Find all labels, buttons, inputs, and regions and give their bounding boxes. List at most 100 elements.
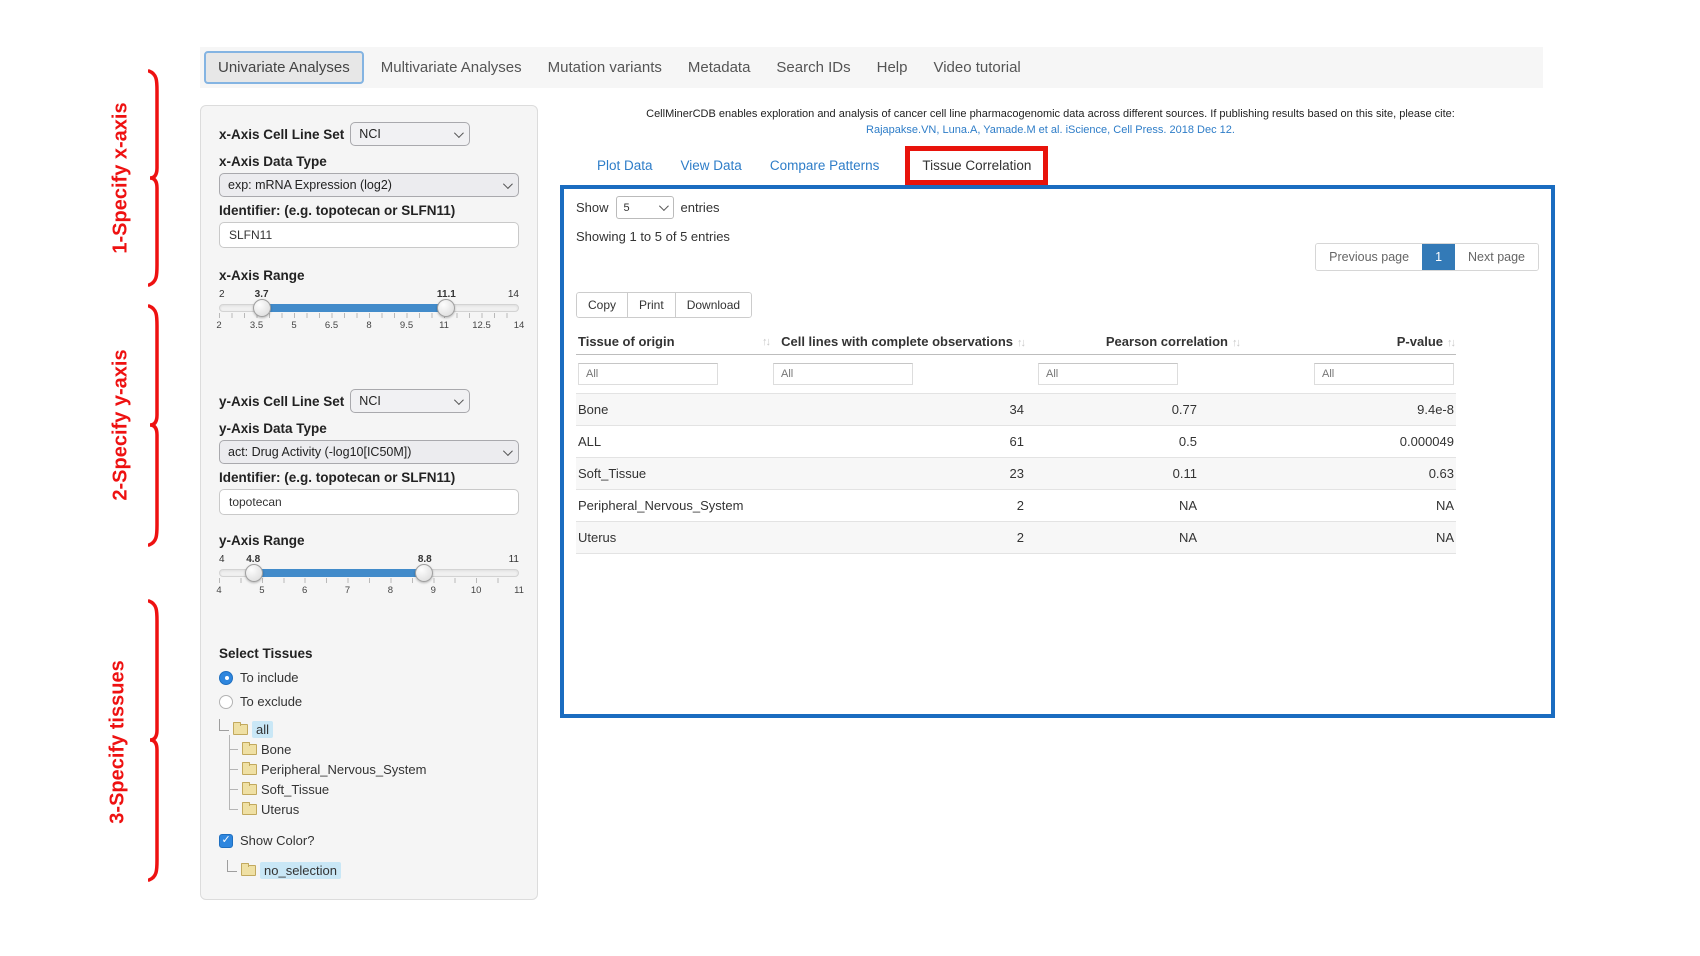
y-range-max: 11 — [509, 554, 519, 565]
tree-connector — [227, 860, 237, 872]
tissue-correlation-highlight-box: Tissue Correlation — [905, 146, 1048, 185]
radio-unselected-icon — [219, 695, 233, 709]
chevron-down-icon — [454, 395, 464, 405]
show-color-checkbox[interactable]: Show Color? — [219, 833, 519, 848]
tree-node-all[interactable]: all — [219, 719, 519, 739]
x-slider-tick-labels: 2 3.5 5 6.5 8 9.5 11 12.5 14 — [219, 320, 519, 333]
sort-icon[interactable]: ↑↓ — [762, 336, 769, 348]
bracket-step3 — [148, 598, 168, 883]
nav-mutation-variants[interactable]: Mutation variants — [535, 59, 675, 76]
x-cell-line-set-select[interactable]: NCI — [350, 122, 470, 146]
tab-plot-data[interactable]: Plot Data — [597, 158, 653, 173]
folder-icon — [233, 724, 248, 735]
filter-tissue-input[interactable] — [578, 363, 718, 385]
table-row: Peripheral_Nervous_System 2 NA NA — [576, 490, 1456, 522]
folder-icon — [242, 764, 257, 775]
y-range-slider[interactable]: 4 4.8 8.8 11 4 5 6 7 8 9 10 11 — [219, 554, 519, 616]
y-slider-tickmarks — [219, 578, 519, 583]
y-data-type-select[interactable]: act: Drug Activity (-log10[IC50M]) — [219, 440, 519, 464]
tree-node-bone[interactable]: Bone — [241, 739, 519, 759]
folder-icon — [241, 865, 256, 876]
column-header-p-value[interactable]: P-value↑↓ — [1241, 329, 1456, 355]
previous-page-button[interactable]: Previous page — [1316, 244, 1422, 270]
tissue-correlation-panel: Show 5 entries Showing 1 to 5 of 5 entri… — [560, 185, 1555, 718]
tab-compare-patterns[interactable]: Compare Patterns — [770, 158, 880, 173]
y-identifier-input[interactable] — [219, 489, 519, 515]
x-identifier-label: Identifier: (e.g. topotecan or SLFN11) — [219, 203, 519, 218]
download-button[interactable]: Download — [675, 292, 752, 318]
chevron-down-icon — [454, 128, 464, 138]
nav-univariate-analyses[interactable]: Univariate Analyses — [204, 51, 364, 84]
tab-tissue-correlation[interactable]: Tissue Correlation — [922, 158, 1031, 173]
column-header-cell-lines[interactable]: Cell lines with complete observations↑↓ — [771, 329, 1026, 355]
tree-node-peripheral-nervous-system[interactable]: Peripheral_Nervous_System — [241, 759, 519, 779]
annotation-step1: 1-Specify x-axis — [110, 102, 133, 253]
sort-icon[interactable]: ↑↓ — [1017, 337, 1024, 349]
x-data-type-label: x-Axis Data Type — [219, 154, 519, 169]
page-number-button[interactable]: 1 — [1422, 244, 1455, 270]
nav-help[interactable]: Help — [864, 59, 921, 76]
y-cell-line-set-select[interactable]: NCI — [350, 389, 470, 413]
x-cell-line-set-label: x-Axis Cell Line Set — [219, 127, 344, 142]
y-range-min: 4 — [219, 554, 225, 565]
y-slider-track[interactable] — [219, 569, 519, 577]
y-slider-handle-low[interactable] — [245, 564, 263, 582]
tissue-tree: all Bone Peripheral_Nervous_System Soft_… — [219, 719, 519, 819]
bracket-step2 — [148, 303, 168, 548]
table-row: Bone 34 0.77 9.4e-8 — [576, 394, 1456, 426]
filter-cell-lines-input[interactable] — [773, 363, 913, 385]
column-header-tissue[interactable]: Tissue of origin↑↓ — [576, 329, 771, 355]
x-slider-fill — [262, 304, 446, 312]
x-data-type-select[interactable]: exp: mRNA Expression (log2) — [219, 173, 519, 197]
table-row: Soft_Tissue 23 0.11 0.63 — [576, 458, 1456, 490]
pagination: Previous page 1 Next page — [1315, 243, 1539, 271]
tree-node-soft-tissue[interactable]: Soft_Tissue — [241, 779, 519, 799]
filter-pearson-input[interactable] — [1038, 363, 1178, 385]
x-slider-handle-high[interactable] — [437, 299, 455, 317]
sort-icon[interactable]: ↑↓ — [1232, 337, 1239, 349]
radio-to-include[interactable]: To include — [219, 670, 519, 685]
entries-label: entries — [681, 200, 720, 215]
copy-button[interactable]: Copy — [576, 292, 628, 318]
x-slider-track[interactable] — [219, 304, 519, 312]
radio-to-exclude[interactable]: To exclude — [219, 694, 519, 709]
folder-icon — [242, 784, 257, 795]
select-tissues-title: Select Tissues — [219, 646, 519, 661]
nav-search-ids[interactable]: Search IDs — [763, 59, 863, 76]
y-identifier-label: Identifier: (e.g. topotecan or SLFN11) — [219, 470, 519, 485]
sort-icon[interactable]: ↑↓ — [1447, 337, 1454, 349]
show-label: Show — [576, 200, 609, 215]
nav-metadata[interactable]: Metadata — [675, 59, 764, 76]
color-tree: no_selection — [227, 860, 519, 880]
citation-text: CellMinerCDB enables exploration and ana… — [646, 108, 1455, 120]
nav-multivariate-analyses[interactable]: Multivariate Analyses — [368, 59, 535, 76]
top-navigation: Univariate Analyses Multivariate Analyse… — [200, 47, 1543, 88]
radio-selected-icon — [219, 671, 233, 685]
entries-count-select[interactable]: 5 — [616, 196, 674, 219]
bracket-step1 — [148, 68, 168, 288]
column-header-pearson[interactable]: Pearson correlation↑↓ — [1026, 329, 1241, 355]
chevron-down-icon — [503, 446, 513, 456]
citation-link[interactable]: Rajapakse.VN, Luna.A, Yamade.M et al. iS… — [548, 124, 1553, 136]
next-page-button[interactable]: Next page — [1455, 244, 1538, 270]
print-button[interactable]: Print — [627, 292, 676, 318]
nav-video-tutorial[interactable]: Video tutorial — [920, 59, 1033, 76]
y-data-type-label: y-Axis Data Type — [219, 421, 519, 436]
filter-p-value-input[interactable] — [1314, 363, 1454, 385]
tree-node-no-selection[interactable]: no_selection — [227, 860, 519, 880]
citation: CellMinerCDB enables exploration and ana… — [548, 108, 1553, 136]
table-row: ALL 61 0.5 0.000049 — [576, 426, 1456, 458]
tab-view-data[interactable]: View Data — [681, 158, 742, 173]
checkbox-checked-icon — [219, 834, 233, 848]
export-button-group: Copy Print Download — [576, 292, 752, 318]
x-identifier-input[interactable] — [219, 222, 519, 248]
folder-icon — [242, 804, 257, 815]
y-range-label: y-Axis Range — [219, 533, 519, 548]
analysis-tabs: Plot Data View Data Compare Patterns Tis… — [597, 158, 1046, 173]
chevron-down-icon — [658, 201, 668, 211]
x-range-min: 2 — [219, 289, 225, 300]
chevron-down-icon — [503, 179, 513, 189]
x-range-slider[interactable]: 2 3.7 11.1 14 2 3.5 5 6.5 8 9.5 11 12.5 … — [219, 289, 519, 351]
y-slider-tick-labels: 4 5 6 7 8 9 10 11 — [219, 585, 519, 598]
tree-node-uterus[interactable]: Uterus — [241, 799, 519, 819]
